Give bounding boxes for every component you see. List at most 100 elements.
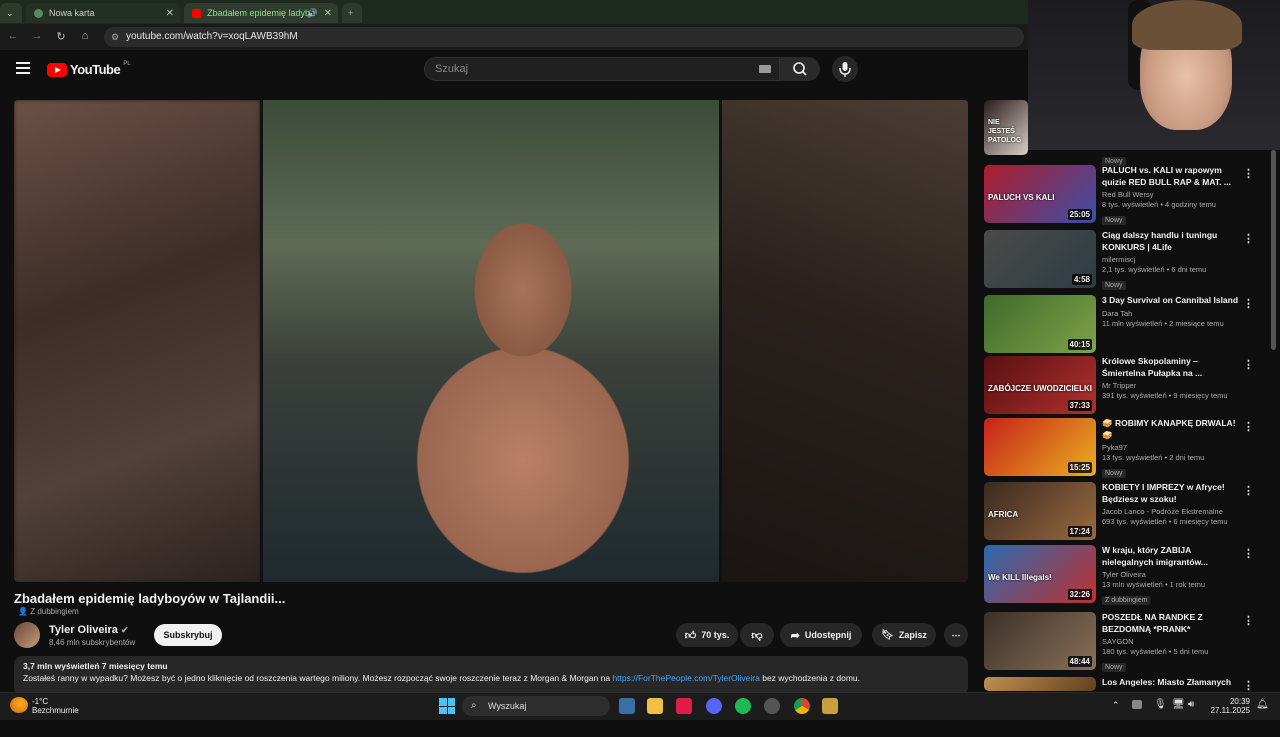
tab-youtube[interactable]: Zbadałem epidemię ladybo 🔊 ✕ <box>184 3 338 23</box>
video-thumbnail[interactable]: HOLLYWOOD <box>984 677 1096 691</box>
volume-icon[interactable]: 🔊︎ <box>1188 699 1194 710</box>
recommendation-item[interactable]: 48:44 POSZEDŁ NA RANDKE Z BEZDOMNĄ *PRANK… <box>984 612 1274 672</box>
new-badge: Z dubbingiem <box>1102 596 1151 605</box>
weather-icon[interactable] <box>10 697 28 713</box>
channel-name-row[interactable]: Tyler Oliveira ✔ <box>49 624 129 636</box>
recommendation-item[interactable]: ZABÓJCZE UWODZICIELKI 37:33 Królowe Skopol… <box>984 356 1274 416</box>
share-icon: ➦ <box>790 629 800 642</box>
video-thumbnail[interactable]: ZABÓJCZE UWODZICIELKI 37:33 <box>984 356 1096 414</box>
recommendation-title: W kraju, który ZABIJA nielegalnych imigr… <box>1102 545 1208 567</box>
network-icon[interactable]: 🖥︎ <box>1172 699 1185 710</box>
windows-start-icon[interactable] <box>439 698 455 714</box>
steam-icon[interactable] <box>764 698 780 714</box>
speaker-icon[interactable]: 🔊 <box>307 8 318 19</box>
recommendation-item[interactable]: 40:15 3 Day Survival on Cannibal Island Da… <box>984 295 1274 355</box>
file-explorer-icon[interactable] <box>647 698 663 714</box>
more-vertical-icon[interactable]: ⋮ <box>1243 167 1254 180</box>
more-vertical-icon[interactable]: ⋮ <box>1243 358 1254 371</box>
more-vertical-icon[interactable]: ⋮ <box>1243 484 1254 497</box>
like-button[interactable]: 👍︎ 70 tys. <box>676 623 738 647</box>
taskbar-search[interactable]: ⌕ Wyszukaj <box>462 696 610 716</box>
recommendation-title: POSZEDŁ NA RANDKE Z BEZDOMNĄ *PRANK* <box>1102 612 1203 634</box>
recommendation-item[interactable]: 15:25 🥪 ROBIMY KANAPKĘ DRWALA! 🥪 Pyka97 13 … <box>984 418 1274 478</box>
recommendation-info: PALUCH vs. KALI w rapowym quizie RED BUL… <box>1102 165 1242 227</box>
duration-badge: 37:33 <box>1067 400 1092 411</box>
more-vertical-icon[interactable]: ⋮ <box>1243 420 1254 433</box>
video-thumbnail[interactable]: We KILL Illegals! 32:26 <box>984 545 1096 603</box>
description-box[interactable]: 3,7 mln wyświetleń 7 miesięcy temu Zosta… <box>14 656 968 696</box>
search-input[interactable]: Szukaj <box>424 57 780 81</box>
thumbnail-text: We KILL Illegals! <box>988 573 1052 582</box>
youtube-play-icon <box>47 62 67 77</box>
home-icon[interactable]: ⌂ <box>78 30 92 42</box>
video-thumbnail[interactable]: 15:25 <box>984 418 1096 476</box>
forward-icon[interactable]: → <box>30 30 44 42</box>
video-thumbnail[interactable]: PALUCH VS KALI 25:05 <box>984 165 1096 223</box>
video-thumbnail[interactable]: AFRICA 17:24 <box>984 482 1096 540</box>
video-thumbnail[interactable]: 48:44 <box>984 612 1096 670</box>
keyboard-icon[interactable] <box>759 65 771 73</box>
recommendation-item[interactable]: 4:58 Ciąg dalszy handlu i tuningu KONKURS… <box>984 230 1274 290</box>
more-vertical-icon[interactable]: ⋮ <box>1243 614 1254 627</box>
more-vertical-icon[interactable]: ⋮ <box>1243 297 1254 310</box>
chrome-icon[interactable] <box>794 698 810 714</box>
discord-icon[interactable] <box>706 698 722 714</box>
back-icon[interactable]: ← <box>6 30 20 42</box>
clock[interactable]: 20:39 27.11.2025 <box>1200 697 1250 715</box>
new-tab-button[interactable]: + <box>342 3 362 23</box>
search-button[interactable] <box>780 57 820 81</box>
tab-new-tab[interactable]: Nowa karta ✕ <box>26 3 180 23</box>
recommendation-meta: 2,1 tys. wyświetleń • 6 dni temu <box>1102 265 1207 274</box>
recommendation-item[interactable]: PALUCH VS KALI 25:05 PALUCH vs. KALI w rap… <box>984 165 1274 225</box>
microphone-icon <box>839 62 851 77</box>
video-thumbnail[interactable]: 4:58 <box>984 230 1096 288</box>
voice-search-button[interactable] <box>832 56 858 82</box>
more-vertical-icon[interactable]: ⋮ <box>1243 232 1254 245</box>
spotify-icon[interactable] <box>735 698 751 714</box>
person-hair <box>1132 0 1242 50</box>
share-button[interactable]: ➦ Udostępnij <box>780 623 862 647</box>
recommendation-item[interactable]: We KILL Illegals! 32:26 W kraju, który ZAB… <box>984 545 1274 605</box>
duration-badge: 40:15 <box>1067 339 1092 350</box>
site-info-icon[interactable]: ⚙ <box>111 27 119 47</box>
video-player[interactable] <box>14 100 968 582</box>
close-icon[interactable]: ✕ <box>324 8 332 19</box>
task-view-icon[interactable] <box>619 698 635 714</box>
app-icon[interactable] <box>822 698 838 714</box>
weather-widget[interactable]: -1°C Bezchmurnie <box>32 697 79 715</box>
description-text: Zostałeś ranny w wypadku? Możesz być o j… <box>23 673 959 683</box>
recommendation-item[interactable]: AFRICA 17:24 KOBIETY I IMPREZY w Afryce! B… <box>984 482 1274 542</box>
address-bar[interactable]: ⚙ youtube.com/watch?v=xoqLAWB39hM <box>104 27 1024 47</box>
recommendation-info: Ciąg dalszy handlu i tuningu KONKURS | 4… <box>1102 230 1242 292</box>
duration-badge: 32:26 <box>1067 589 1092 600</box>
video-frame <box>260 100 722 582</box>
description-link[interactable]: https://ForThePeople.com/TylerOliveira <box>612 673 759 683</box>
subscribe-button[interactable]: Subskrybuj <box>154 624 222 646</box>
thumbnail-text: ZABÓJCZE UWODZICIELKI <box>988 384 1092 393</box>
microphone-icon[interactable]: 🎙︎ <box>1154 699 1167 710</box>
more-vertical-icon[interactable]: ⋮ <box>1243 547 1254 560</box>
close-icon[interactable]: ✕ <box>166 8 174 19</box>
reload-icon[interactable]: ↻ <box>54 30 68 43</box>
video-title: Zbadałem epidemię ladyboyów w Tajlandii.… <box>14 591 286 606</box>
tab-menu-button[interactable]: ⌄ <box>0 3 22 23</box>
duration-badge: 25:05 <box>1067 209 1092 220</box>
dislike-button[interactable]: 👎︎ <box>740 623 774 647</box>
thumbnail-text: AFRICA <box>988 510 1019 519</box>
sidebar-scrollbar[interactable] <box>1271 150 1276 350</box>
youtube-logo[interactable]: YouTube PL <box>47 61 131 77</box>
more-actions-button[interactable]: ⋯ <box>944 623 968 647</box>
more-vertical-icon[interactable]: ⋮ <box>1243 679 1254 692</box>
tiktok-icon[interactable] <box>676 698 692 714</box>
video-thumbnail[interactable]: NIE JESTEŚ PATOLOG <box>984 100 1028 155</box>
save-button[interactable]: 🔖︎ Zapisz <box>872 623 936 647</box>
channel-avatar[interactable] <box>14 622 40 648</box>
notification-icon[interactable]: 🔔︎ <box>1256 699 1269 710</box>
chevron-up-icon[interactable]: ⌃ <box>1112 700 1120 711</box>
hamburger-menu-icon[interactable] <box>16 62 30 74</box>
save-label: Zapisz <box>898 630 927 640</box>
description-tail: bez wychodzenia z domu. <box>762 673 861 683</box>
video-blur-right <box>722 100 968 582</box>
video-thumbnail[interactable]: 40:15 <box>984 295 1096 353</box>
tray-app-icon[interactable] <box>1132 700 1142 709</box>
